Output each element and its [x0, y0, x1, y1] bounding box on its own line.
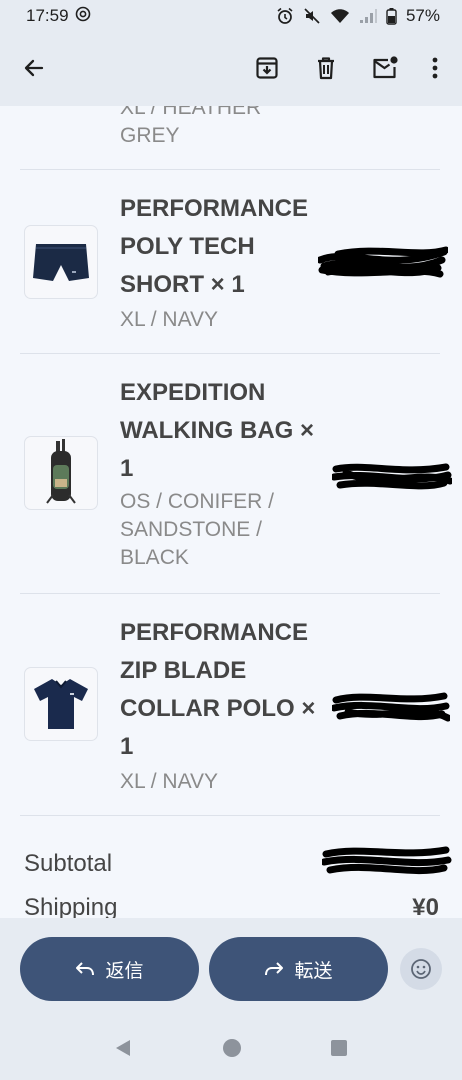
- battery-percent: 57%: [405, 6, 440, 25]
- emoji-icon: [411, 959, 431, 979]
- subtotal-row: Subtotal: [24, 846, 452, 878]
- reply-label: 返信: [105, 960, 144, 982]
- order-item: EXPEDITION WALKING BAG × 1 OS / CONIFER …: [20, 353, 452, 593]
- status-bar: 17:59 57%: [0, 0, 462, 32]
- subtotal-label: Subtotal: [24, 850, 113, 877]
- item-variant: XL / NAVY: [120, 308, 219, 331]
- mute-icon: [303, 7, 321, 25]
- item-thumbnail: [24, 667, 98, 741]
- forward-label: 転送: [294, 960, 333, 982]
- emoji-reaction-button[interactable]: [400, 948, 442, 990]
- redacted-price: [318, 246, 448, 278]
- at-sign-icon: [75, 6, 91, 27]
- triangle-back-icon: [116, 1039, 130, 1056]
- mail-unread-icon: [373, 56, 398, 79]
- order-item: PERFORMANCE POLY TECH SHORT × 1 XL / NAV…: [20, 169, 448, 353]
- archive-button[interactable]: [249, 50, 285, 86]
- more-vert-icon: [432, 57, 438, 79]
- reply-bar: 返信 転送: [0, 918, 462, 1020]
- order-item: XL / HEATHER GREY: [20, 106, 440, 170]
- item-thumbnail: [24, 225, 98, 299]
- item-variant: XL / NAVY: [120, 770, 219, 793]
- nav-home-button[interactable]: [222, 1038, 242, 1063]
- square-recents-icon: [331, 1039, 347, 1056]
- redacted-price: [322, 846, 452, 875]
- arrow-left-icon: [24, 59, 44, 77]
- circle-home-icon: [223, 1038, 241, 1057]
- delete-button[interactable]: [308, 50, 344, 86]
- signal-icon: [359, 8, 377, 24]
- system-nav-bar: [0, 1020, 462, 1080]
- navy-shorts-image: [33, 244, 89, 281]
- mark-unread-button[interactable]: [367, 50, 403, 86]
- reply-icon: [76, 962, 95, 976]
- item-name: PERFORMANCE POLY TECH SHORT × 1: [120, 195, 309, 298]
- email-body[interactable]: XL / HEATHER GREY PERFORMANCE POLY TECH …: [0, 106, 462, 918]
- item-thumbnail: [24, 436, 98, 510]
- wifi-icon: [330, 8, 350, 24]
- app-bar: [0, 32, 462, 106]
- order-item: PERFORMANCE ZIP BLADE COLLAR POLO × 1 XL…: [20, 593, 450, 815]
- more-options-button[interactable]: [417, 50, 453, 86]
- item-name: PERFORMANCE ZIP BLADE COLLAR POLO × 1: [120, 619, 316, 760]
- item-name: EXPEDITION WALKING BAG × 1: [120, 379, 315, 482]
- forward-icon: [265, 962, 284, 976]
- nav-recents-button[interactable]: [330, 1039, 348, 1062]
- shipping-label: Shipping: [24, 894, 118, 918]
- back-button[interactable]: [16, 50, 52, 86]
- summary-divider: [20, 815, 440, 816]
- forward-button[interactable]: 転送: [209, 937, 388, 1001]
- trash-icon: [318, 57, 334, 80]
- battery-icon: [386, 7, 397, 25]
- shipping-row: Shipping ¥0: [24, 894, 439, 918]
- nav-back-button[interactable]: [114, 1038, 134, 1063]
- golf-bag-image: [46, 439, 76, 504]
- alarm-icon: [276, 7, 294, 25]
- redacted-price: [332, 692, 450, 722]
- navy-polo-image: [34, 679, 88, 729]
- reply-button[interactable]: 返信: [20, 937, 199, 1001]
- item-variant: OS / CONIFER / SANDSTONE / BLACK: [120, 490, 275, 569]
- item-variant: XL / HEATHER GREY: [120, 106, 262, 147]
- redacted-price: [332, 463, 452, 490]
- status-time: 17:59: [26, 6, 69, 25]
- shipping-value: ¥0: [412, 894, 439, 918]
- archive-icon: [256, 57, 278, 79]
